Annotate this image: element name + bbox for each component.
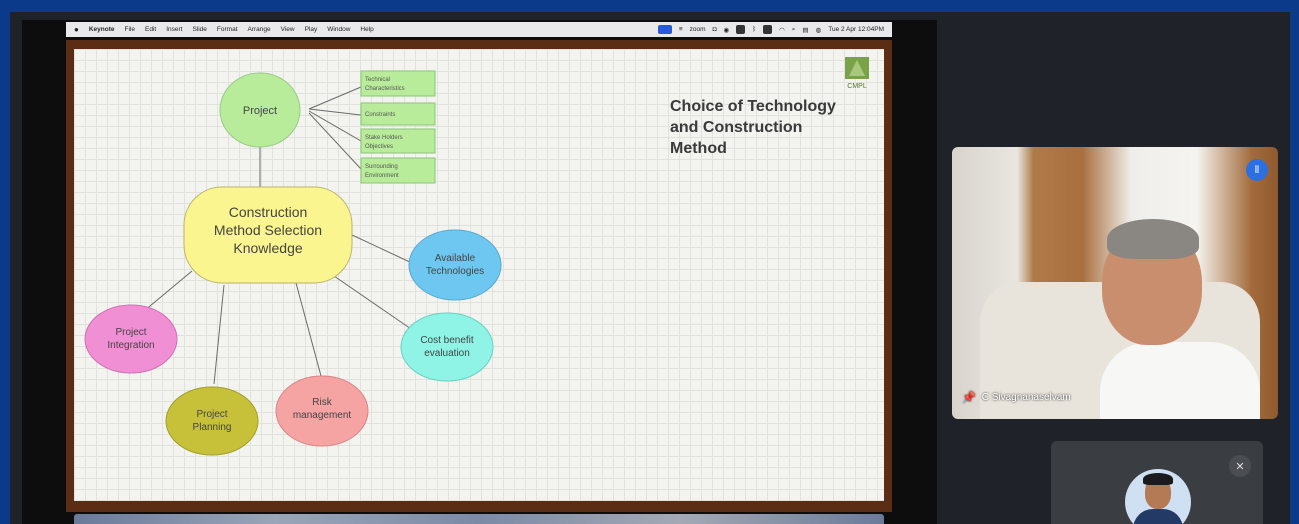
apple-icon[interactable]: ● (74, 25, 79, 34)
control-center-icon[interactable]: ▤ (802, 26, 808, 34)
svg-text:Knowledge: Knowledge (233, 240, 302, 256)
svg-text:Method Selection: Method Selection (214, 222, 322, 238)
list-icon[interactable]: ≡ (679, 26, 683, 33)
menubar-status-area: ≡ zoom ◘ ◉ ᛒ ◠ ⌕ ▤ ◍ Tue 2 Apr 12:04PM (657, 25, 884, 34)
cost-benefit-node: Cost benefit evaluation (400, 312, 494, 382)
menu-format[interactable]: Format (217, 26, 238, 33)
slide-title: Choice of Technology and Construction Me… (670, 98, 836, 157)
svg-text:Available: Available (435, 253, 476, 264)
risk-management-node: Risk management (275, 375, 369, 447)
central-node: Construction Method Selection Knowledge (183, 186, 353, 284)
project-node: Project (219, 72, 301, 148)
svg-text:Project: Project (115, 327, 146, 338)
box-stakeholders-line2: Objectives (365, 144, 393, 150)
mac-menubar: ● Keynote File Edit Insert Slide Format … (66, 22, 892, 37)
svg-text:evaluation: evaluation (424, 348, 470, 359)
svg-text:Planning: Planning (193, 422, 232, 433)
box-technical-line2: Characteristics (365, 86, 405, 92)
svg-text:Project: Project (243, 105, 277, 117)
participant-nametag: 📌 C Sivagnanaselvam (962, 391, 1071, 404)
subtopic-boxes: Technical Characteristics Constraints St… (360, 70, 436, 184)
avatar-hair (1143, 473, 1173, 485)
avatar-shirt (1133, 509, 1183, 524)
box-constraints: Constraints (365, 112, 395, 118)
battery-icon[interactable] (763, 25, 773, 34)
svg-text:Cost benefit: Cost benefit (420, 335, 474, 346)
menu-view[interactable]: View (281, 26, 295, 33)
speaking-indicator-icon: ⦀ (1246, 159, 1268, 181)
available-technologies-node: Available Technologies (408, 229, 502, 301)
participant-name: C Sivagnanaselvam (981, 392, 1071, 403)
menu-app-name[interactable]: Keynote (89, 26, 115, 33)
mac-dock (74, 514, 884, 524)
box-surrounding-line2: Environment (365, 173, 399, 179)
mic-muted-icon: ✕ (1229, 455, 1251, 477)
menu-slide[interactable]: Slide (192, 26, 206, 33)
participant-body (1100, 342, 1260, 419)
project-planning-node: Project Planning (165, 386, 259, 456)
menu-insert[interactable]: Insert (166, 26, 182, 33)
participant-video-tile[interactable]: ⦀ 📌 C Sivagnanaselvam (952, 147, 1278, 419)
clock: Tue 2 Apr 12:04PM (828, 26, 884, 33)
camera-icon[interactable]: ◘ (713, 26, 717, 33)
app-icon[interactable] (736, 25, 746, 34)
box-technical-line1: Technical (365, 77, 390, 83)
participant-tile-self[interactable]: ✕ (1051, 441, 1263, 524)
search-icon[interactable]: ⌕ (792, 26, 796, 34)
menu-help[interactable]: Help (360, 26, 373, 33)
svg-text:CMPL: CMPL (847, 83, 867, 90)
zoom-label[interactable]: zoom (690, 26, 706, 33)
project-integration-node: Project Integration (84, 304, 178, 374)
bluetooth-icon[interactable]: ᛒ (752, 26, 756, 33)
screen-share-icon[interactable] (657, 25, 672, 34)
menu-play[interactable]: Play (305, 26, 318, 33)
record-icon[interactable]: ◉ (724, 26, 730, 34)
menu-arrange[interactable]: Arrange (248, 26, 271, 33)
svg-text:Risk: Risk (312, 397, 332, 408)
siri-icon[interactable]: ◍ (816, 26, 822, 34)
menu-file[interactable]: File (125, 26, 135, 33)
menu-edit[interactable]: Edit (145, 26, 156, 33)
wifi-icon[interactable]: ◠ (779, 26, 785, 34)
svg-text:Construction: Construction (229, 204, 308, 220)
box-stakeholders-line1: Stake Holders (365, 135, 403, 141)
svg-text:management: management (293, 410, 352, 421)
svg-text:Integration: Integration (107, 340, 154, 351)
svg-text:Project: Project (196, 409, 227, 420)
company-logo-icon: CMPL (843, 56, 871, 90)
box-surrounding-line1: Surrounding (365, 164, 398, 170)
avatar (1125, 469, 1191, 524)
participant-hair (1107, 219, 1199, 259)
menu-window[interactable]: Window (327, 26, 350, 33)
pin-icon[interactable]: 📌 (962, 391, 976, 404)
svg-text:Technologies: Technologies (426, 266, 484, 277)
